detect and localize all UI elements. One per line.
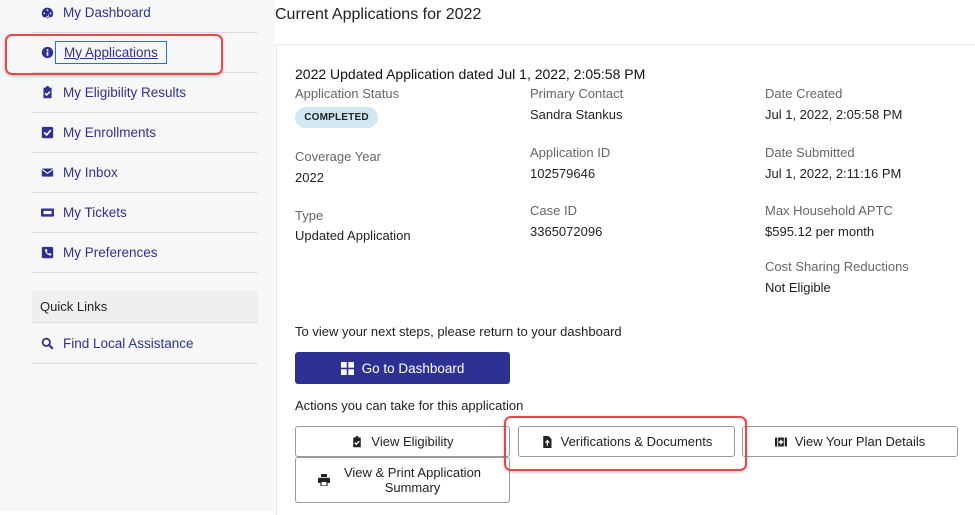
- date-created-value: Jul 1, 2022, 2:05:58 PM: [765, 107, 903, 122]
- view-plan-details-button[interactable]: View Your Plan Details: [742, 426, 958, 457]
- view-eligibility-button[interactable]: View Eligibility: [295, 426, 510, 457]
- date-submitted-value: Jul 1, 2022, 2:11:16 PM: [765, 166, 902, 181]
- primary-contact-value: Sandra Stankus: [530, 107, 623, 122]
- case-id-value: 3365072096: [530, 224, 603, 239]
- case-id-label: Case ID: [530, 203, 577, 218]
- sidebar-item-label: My Inbox: [63, 164, 118, 180]
- coverage-year-value: 2022: [295, 170, 324, 185]
- actions-text: Actions you can take for this applicatio…: [295, 398, 524, 413]
- quick-links-title: Quick Links: [40, 299, 108, 314]
- application-title: 2022 Updated Application dated Jul 1, 20…: [295, 66, 646, 82]
- sidebar-item-tickets[interactable]: My Tickets: [32, 192, 258, 233]
- clipboard-check-icon: [353, 435, 362, 447]
- coverage-year-label: Coverage Year: [295, 149, 382, 164]
- search-icon: [40, 336, 54, 350]
- view-eligibility-label: View Eligibility: [371, 434, 454, 449]
- dashboard-gauge-icon: [40, 5, 54, 19]
- quick-link-find-local-assistance[interactable]: Find Local Assistance: [32, 323, 258, 364]
- sidebar-item-label: My Dashboard: [63, 4, 151, 20]
- date-created-label: Date Created: [765, 86, 843, 101]
- primary-contact-label: Primary Contact: [530, 86, 624, 101]
- csr-label: Cost Sharing Reductions: [765, 259, 909, 274]
- view-plan-details-label: View Your Plan Details: [794, 434, 926, 449]
- verifications-documents-button[interactable]: Verifications & Documents: [518, 426, 735, 457]
- type-value: Updated Application: [295, 228, 411, 243]
- sidebar-item-applications[interactable]: My Applications: [32, 32, 258, 73]
- sidebar-item-dashboard[interactable]: My Dashboard: [32, 0, 258, 33]
- info-circle-icon: [40, 45, 54, 59]
- sidebar-item-label: My Eligibility Results: [63, 84, 187, 100]
- sidebar-item-enrollments[interactable]: My Enrollments: [32, 112, 258, 153]
- printer-icon: [317, 474, 330, 486]
- next-steps-text: To view your next steps, please return t…: [295, 324, 622, 339]
- aptc-value: $595.12 per month: [765, 224, 875, 239]
- date-submitted-label: Date Submitted: [765, 145, 855, 160]
- quick-link-label: Find Local Assistance: [63, 335, 194, 351]
- medical-id-icon: [774, 437, 787, 446]
- page-title: Current Applications for 2022: [275, 6, 482, 23]
- sidebar-item-inbox[interactable]: My Inbox: [32, 152, 258, 193]
- envelope-icon: [40, 165, 54, 179]
- view-print-summary-button[interactable]: View & Print Application Summary: [295, 457, 510, 503]
- aptc-label: Max Household APTC: [765, 203, 893, 218]
- go-to-dashboard-label: Go to Dashboard: [361, 360, 465, 376]
- file-upload-icon: [542, 435, 552, 448]
- sidebar-item-label: My Preferences: [63, 244, 158, 260]
- sidebar-item-label: My Enrollments: [63, 124, 157, 140]
- application-id-label: Application ID: [530, 145, 611, 160]
- clipboard-check-icon: [40, 85, 54, 99]
- sidebar-item-preferences[interactable]: My Preferences: [32, 232, 258, 273]
- go-to-dashboard-button[interactable]: Go to Dashboard: [295, 352, 510, 384]
- ticket-icon: [40, 205, 54, 219]
- phone-square-icon: [40, 245, 54, 259]
- status-label: Application Status: [295, 86, 400, 101]
- verifications-documents-label: Verifications & Documents: [560, 434, 713, 449]
- application-id-value: 102579646: [530, 166, 596, 181]
- sidebar-item-label: My Tickets: [63, 204, 127, 220]
- type-label: Type: [295, 208, 324, 223]
- sidebar-item-eligibility-results[interactable]: My Eligibility Results: [32, 72, 258, 113]
- sidebar: My Dashboard My Applications My Eligibil…: [0, 0, 275, 511]
- status-badge: COMPLETED: [295, 107, 378, 128]
- grid-icon: [340, 361, 354, 375]
- sidebar-item-label: My Applications: [55, 40, 167, 64]
- csr-value: Not Eligible: [765, 280, 831, 295]
- view-print-summary-label: View & Print Application Summary: [343, 465, 482, 495]
- quick-links-header: Quick Links: [32, 291, 258, 323]
- checkbox-icon: [40, 125, 54, 139]
